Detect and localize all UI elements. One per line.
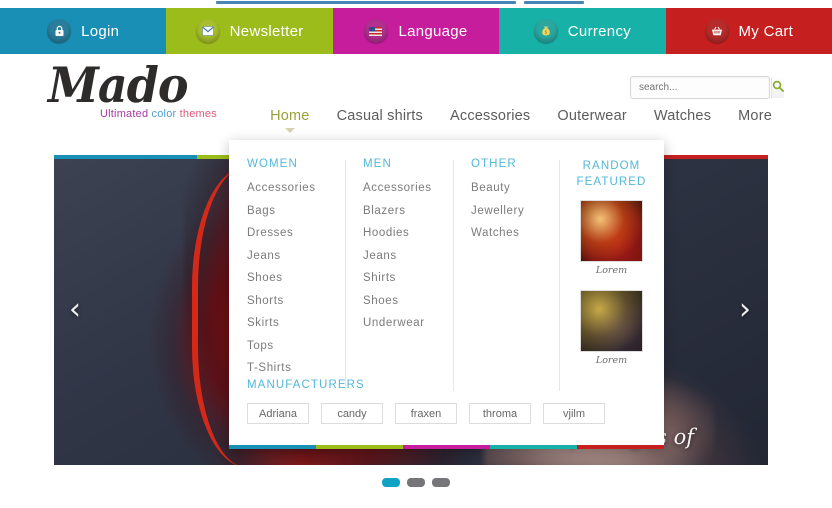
megamenu-link-men-shirts[interactable]: Shirts: [363, 272, 439, 284]
top-utility-bar: Login Newsletter Language $ Currency My …: [0, 8, 832, 54]
search-button[interactable]: [771, 77, 784, 98]
slider-pagination: [0, 478, 832, 487]
megamenu-dropdown: WOMEN Accessories Bags Dresses Jeans Sho…: [229, 140, 664, 449]
megamenu-link-women-dresses[interactable]: Dresses: [247, 227, 331, 239]
topbar-item-label: Login: [81, 22, 120, 40]
megamenu-color-strip: [229, 445, 664, 449]
featured-product-thumbnail-2[interactable]: [580, 290, 643, 352]
manufacturers-title: MANUFACTURERS: [247, 379, 365, 391]
megamenu-link-men-accessories[interactable]: Accessories: [363, 182, 439, 194]
svg-text:$: $: [544, 30, 547, 36]
manufacturer-button-fraxen[interactable]: fraxen: [395, 403, 457, 424]
nav-item-home[interactable]: Home: [270, 108, 310, 133]
slider-next-arrow-icon[interactable]: ›: [732, 290, 758, 330]
chrome-tab-line-secondary: [524, 1, 584, 4]
megamenu-column-women: WOMEN Accessories Bags Dresses Jeans Sho…: [229, 158, 345, 375]
nav-item-label: Home: [270, 108, 310, 124]
browser-chrome-sliver: [0, 0, 832, 8]
nav-item-accessories[interactable]: Accessories: [450, 108, 530, 128]
nav-item-label: More: [738, 108, 772, 124]
megamenu-link-other-watches[interactable]: Watches: [471, 227, 545, 239]
megamenu-link-men-hoodies[interactable]: Hoodies: [363, 227, 439, 239]
manufacturer-button-throma[interactable]: throma: [469, 403, 531, 424]
megamenu-column-title: RANDOM FEATURED: [576, 160, 647, 188]
topbar-item-login[interactable]: Login: [0, 8, 167, 54]
megamenu-link-men-underwear[interactable]: Underwear: [363, 317, 439, 329]
megamenu-column-random-featured: RANDOM FEATURED Lorem Lorem: [559, 158, 664, 391]
megamenu-column-other: OTHER Beauty Jewellery Watches: [453, 158, 559, 391]
megamenu-link-women-bags[interactable]: Bags: [247, 205, 331, 217]
nav-item-label: Accessories: [450, 108, 531, 124]
megamenu-link-men-blazers[interactable]: Blazers: [363, 205, 439, 217]
megamenu-column-title: WOMEN: [247, 158, 298, 170]
topbar-item-label: Currency: [567, 22, 632, 40]
search-input[interactable]: [631, 82, 771, 93]
megamenu-column-title: OTHER: [471, 158, 517, 170]
topbar-item-my-cart[interactable]: My Cart: [665, 8, 832, 54]
manufacturer-button-vjilm[interactable]: vjilm: [543, 403, 605, 424]
megamenu-link-other-beauty[interactable]: Beauty: [471, 182, 545, 194]
megamenu-column-men: MEN Accessories Blazers Hoodies Jeans Sh…: [345, 158, 453, 391]
logo[interactable]: Mado Ultimated color themes: [48, 56, 217, 120]
nav-item-casual-shirts[interactable]: Casual shirts: [337, 108, 423, 128]
megamenu-link-women-shorts[interactable]: Shorts: [247, 295, 331, 307]
manufacturer-button-candy[interactable]: candy: [321, 403, 383, 424]
nav-item-outerwear[interactable]: Outerwear: [557, 108, 627, 128]
featured-product-thumbnail-1[interactable]: [580, 200, 643, 262]
megamenu-link-other-jewellery[interactable]: Jewellery: [471, 205, 545, 217]
search-icon: [772, 79, 784, 97]
featured-product-caption-1: Lorem: [595, 265, 628, 276]
logo-text: Mado: [48, 56, 189, 114]
megamenu-link-women-accessories[interactable]: Accessories: [247, 182, 331, 194]
manufacturers-list: Adriana candy fraxen throma vjilm: [247, 403, 664, 424]
topbar-item-currency[interactable]: $ Currency: [499, 8, 666, 54]
slider-dot-3[interactable]: [432, 478, 450, 487]
main-navigation: Home Casual shirts Accessories Outerwear…: [270, 108, 772, 133]
megamenu-link-women-jeans[interactable]: Jeans: [247, 250, 331, 262]
money-bag-icon: $: [533, 19, 558, 43]
chrome-tab-line: [216, 1, 516, 4]
megamenu-column-title: MEN: [363, 158, 392, 170]
megamenu-link-men-shoes[interactable]: Shoes: [363, 295, 439, 307]
nav-item-label: Outerwear: [557, 108, 627, 124]
topbar-item-newsletter[interactable]: Newsletter: [166, 8, 333, 54]
chevron-down-icon: [284, 128, 295, 133]
nav-item-label: Casual shirts: [336, 108, 423, 124]
megamenu-manufacturers: MANUFACTURERS Adriana candy fraxen throm…: [229, 375, 664, 424]
nav-item-watches[interactable]: Watches: [654, 108, 711, 128]
megamenu-link-women-skirts[interactable]: Skirts: [247, 317, 331, 329]
nav-item-more[interactable]: More: [738, 108, 772, 128]
search-box[interactable]: [630, 76, 784, 99]
megamenu-link-women-tops[interactable]: Tops: [247, 340, 331, 352]
slider-dot-2[interactable]: [407, 478, 425, 487]
megamenu-link-women-shoes[interactable]: Shoes: [247, 272, 331, 284]
envelope-icon: [195, 19, 220, 43]
slider-dot-1[interactable]: [382, 478, 400, 487]
featured-product-caption-2: Lorem: [595, 355, 628, 366]
slider-prev-arrow-icon[interactable]: ‹: [62, 290, 88, 330]
basket-icon: [704, 19, 729, 43]
megamenu-columns: WOMEN Accessories Bags Dresses Jeans Sho…: [229, 140, 664, 391]
nav-item-label: Watches: [653, 108, 712, 124]
manufacturer-button-adriana[interactable]: Adriana: [247, 403, 309, 424]
topbar-item-label: Language: [398, 22, 468, 40]
lock-icon: [47, 19, 72, 43]
topbar-item-language[interactable]: Language: [332, 8, 500, 54]
page-root: Login Newsletter Language $ Currency My …: [0, 0, 832, 508]
topbar-item-label: My Cart: [738, 22, 794, 40]
flag-icon: [364, 19, 389, 43]
megamenu-link-men-jeans[interactable]: Jeans: [363, 250, 439, 262]
topbar-item-label: Newsletter: [229, 22, 304, 40]
megamenu-link-women-tshirts[interactable]: T-Shirts: [247, 362, 331, 374]
